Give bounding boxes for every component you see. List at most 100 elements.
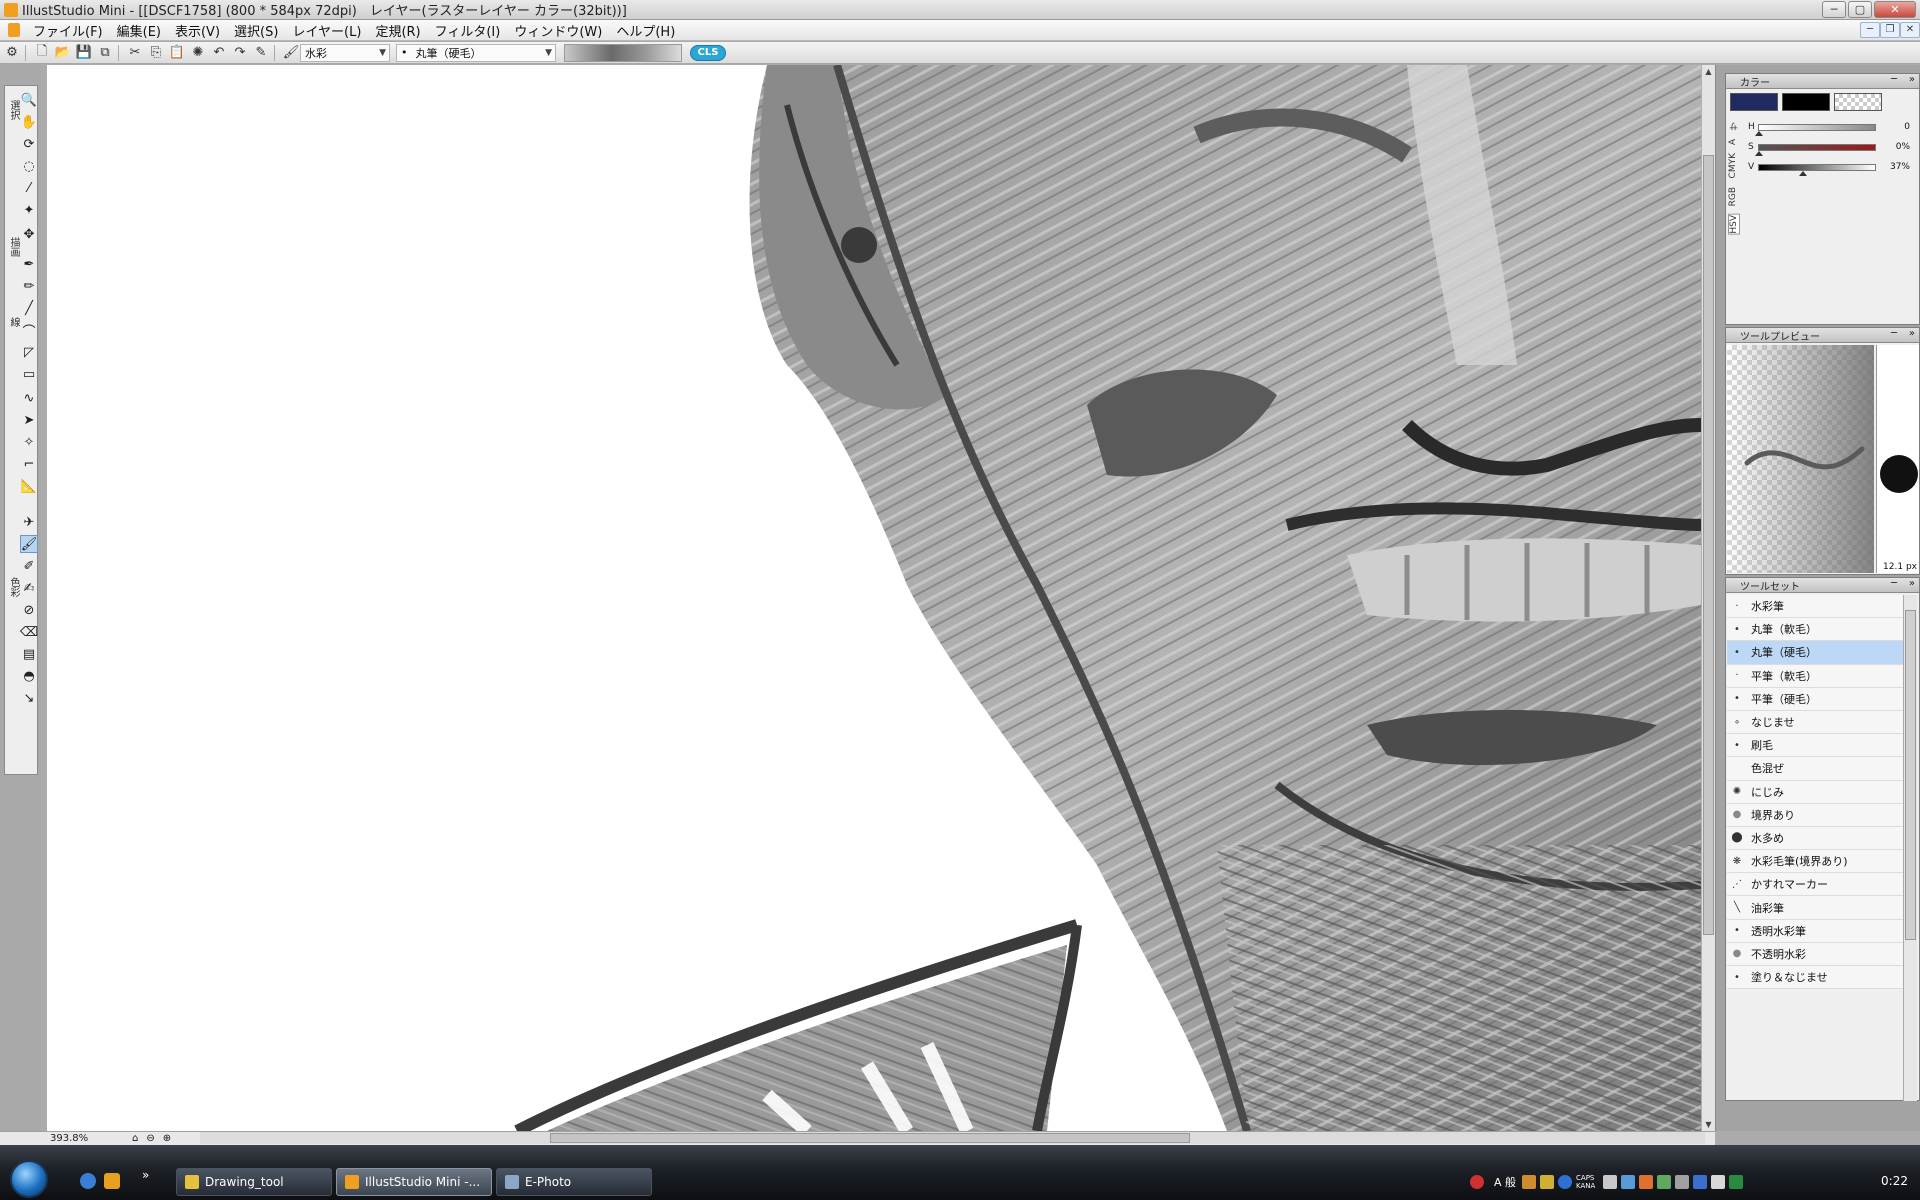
pen-tool-icon[interactable]: ✒ — [20, 255, 38, 273]
ime-dictionary-icon[interactable] — [1540, 1175, 1555, 1189]
minimize-icon[interactable]: ─ — [1891, 328, 1897, 339]
transparent-color-swatch[interactable] — [1834, 93, 1882, 111]
main-color-swatch[interactable] — [1730, 93, 1778, 111]
magic-wand-tool-icon[interactable]: ✦ — [20, 201, 38, 219]
cls-badge[interactable]: CLS — [690, 44, 726, 61]
copy-icon[interactable]: ⎘ — [147, 44, 165, 62]
toolset-item[interactable]: • 刷毛 — [1727, 734, 1903, 758]
home-icon[interactable]: ⌂ — [132, 1133, 138, 1144]
watercolor-brush-tool-icon[interactable]: 🖌 — [20, 535, 38, 553]
eyedropper-tool-icon[interactable]: ⁄ — [20, 179, 38, 197]
eraser-tool-icon[interactable]: ⌫ — [20, 623, 38, 641]
volume-icon[interactable] — [1711, 1175, 1726, 1189]
toolset-item[interactable]: ● 境界あり — [1727, 803, 1903, 827]
tab-cmyk[interactable]: CMYK — [1728, 153, 1738, 178]
doc-minimize-button[interactable]: ─ — [1860, 22, 1880, 38]
brush-category-select[interactable]: 水彩 ▼ — [300, 43, 390, 62]
toolset-item[interactable]: • 塗り＆なじませ — [1727, 966, 1903, 990]
quicklaunch-overflow-icon[interactable]: » — [142, 1168, 149, 1182]
polyline-tool-icon[interactable]: ◸ — [20, 343, 38, 361]
brush-preset-select[interactable]: • 丸筆（硬毛） ▼ — [396, 43, 556, 62]
toolset-item[interactable]: • 透明水彩筆 — [1727, 919, 1903, 943]
ime-indicator[interactable]: A 般 — [1494, 1174, 1516, 1190]
collapse-icon[interactable]: » — [1909, 74, 1915, 85]
scroll-up-icon[interactable]: ▲ — [1702, 65, 1715, 78]
security-icon[interactable] — [1470, 1175, 1484, 1189]
toolset-item[interactable]: • 丸筆（軟毛） — [1727, 618, 1903, 642]
blend-tool-icon[interactable]: ⊘ — [20, 601, 38, 619]
close-button[interactable]: ✕ — [1874, 1, 1916, 18]
tab-hsv[interactable]: HSV — [1728, 214, 1740, 235]
canvas-horizontal-scrollbar[interactable] — [200, 1132, 1705, 1144]
minimize-button[interactable]: ─ — [1822, 1, 1846, 18]
tray-app-icon[interactable] — [1639, 1175, 1654, 1189]
toolset-item[interactable]: 色混ぜ — [1727, 757, 1903, 781]
toolset-item[interactable]: ✺ にじみ — [1727, 780, 1903, 804]
rotate-tool-icon[interactable]: ⟳ — [20, 135, 38, 153]
scroll-thumb[interactable] — [1703, 155, 1714, 935]
scroll-down-icon[interactable]: ▼ — [1702, 1118, 1715, 1131]
zoom-in-icon[interactable]: ⊕ — [163, 1133, 171, 1144]
menu-select[interactable]: 選択(S) — [227, 21, 285, 40]
redo-icon[interactable]: ↷ — [231, 44, 249, 62]
zoom-tool-icon[interactable]: 🔍 — [20, 91, 38, 109]
scroll-thumb[interactable] — [550, 1133, 1190, 1143]
hue-slider[interactable]: H 0 — [1748, 120, 1918, 136]
paint-brush-tool-icon[interactable]: ✍ — [20, 579, 38, 597]
settings-sparkle-icon[interactable]: ✺ — [189, 44, 207, 62]
vector-select-icon[interactable]: ➤ — [20, 411, 38, 429]
menu-view[interactable]: 表示(V) — [168, 21, 227, 40]
collapse-icon[interactable]: » — [1909, 328, 1915, 339]
lasso-tool-icon[interactable]: ◌ — [20, 157, 38, 175]
canvas-vertical-scrollbar[interactable]: ▲ ▼ — [1701, 65, 1715, 1131]
menu-file[interactable]: ファイル(F) — [26, 21, 110, 40]
toolset-item[interactable]: ⋰ かすれマーカー — [1727, 873, 1903, 897]
vector-eraser-icon[interactable]: ⌐ — [20, 455, 38, 473]
menu-filter[interactable]: フィルタ(I) — [428, 21, 508, 40]
vector-edit-icon[interactable]: ✧ — [20, 433, 38, 451]
bluetooth-icon[interactable] — [1693, 1175, 1708, 1189]
slider-knob[interactable] — [1755, 130, 1763, 136]
tab-sub[interactable]: サ — [1728, 122, 1741, 131]
internet-explorer-icon[interactable] — [80, 1173, 96, 1189]
rectangle-tool-icon[interactable]: ▭ — [20, 365, 38, 383]
toolset-item[interactable]: ∘ なじませ — [1727, 710, 1903, 735]
move-tool-icon[interactable]: ✥ — [20, 225, 38, 243]
task-e-photo[interactable]: E-Photo — [496, 1168, 652, 1196]
network-icon[interactable] — [1675, 1175, 1690, 1189]
line-tool-icon[interactable]: ╱ — [20, 299, 38, 317]
open-folder-icon[interactable]: 📂 — [54, 44, 72, 62]
slider-knob[interactable] — [1755, 150, 1763, 156]
minimize-icon[interactable]: ─ — [1891, 74, 1897, 85]
menu-ruler[interactable]: 定規(R) — [368, 21, 427, 40]
save-as-icon[interactable]: ⧉ — [96, 44, 114, 62]
tab-rgb[interactable]: RGB — [1728, 187, 1738, 206]
gradient-tool-icon[interactable]: ▤ — [20, 645, 38, 663]
settings-gear-icon[interactable]: ⚙ — [3, 44, 21, 62]
slider-track[interactable] — [1755, 123, 1876, 136]
start-button[interactable] — [10, 1160, 48, 1198]
scroll-thumb[interactable] — [1905, 610, 1916, 940]
toolset-item[interactable]: ╲ 油彩筆 — [1727, 896, 1903, 920]
toolset-item[interactable]: ● 不透明水彩 — [1727, 942, 1903, 966]
value-slider[interactable]: V 37% — [1748, 160, 1918, 176]
zoom-out-icon[interactable]: ⊖ — [146, 1133, 154, 1144]
toolset-item[interactable]: ⬤ 水多め — [1727, 826, 1903, 851]
pen-settings-icon[interactable]: ✎ — [252, 44, 270, 62]
help-icon[interactable] — [1558, 1175, 1573, 1189]
slider-knob[interactable] — [1798, 170, 1807, 176]
toolset-item[interactable]: · 平筆（軟毛） — [1727, 664, 1903, 688]
airbrush-tool-icon[interactable]: ✈ — [20, 513, 38, 531]
fill-tool-icon[interactable]: ◓ — [20, 667, 38, 685]
paste-icon[interactable]: 📋 — [168, 44, 186, 62]
tray-app-icon[interactable] — [1657, 1175, 1672, 1189]
undo-icon[interactable]: ↶ — [210, 44, 228, 62]
cut-icon[interactable]: ✂ — [126, 44, 144, 62]
sub-color-swatch[interactable] — [1782, 93, 1830, 111]
collapse-icon[interactable]: » — [1909, 578, 1915, 589]
minimize-icon[interactable]: ─ — [1891, 578, 1897, 589]
ruler-tool-icon[interactable]: 📐 — [20, 477, 38, 495]
maximize-button[interactable]: ▢ — [1848, 1, 1872, 18]
bezier-tool-icon[interactable]: ∿ — [20, 389, 38, 407]
task-illuststudio[interactable]: IllustStudio Mini -... — [336, 1168, 492, 1196]
